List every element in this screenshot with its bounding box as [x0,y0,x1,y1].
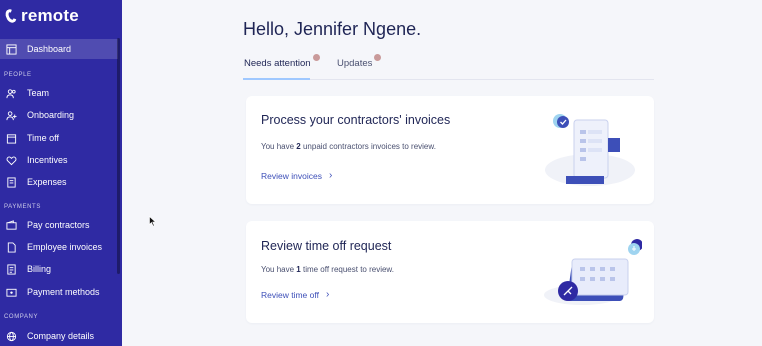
sidebar-item-time-off[interactable]: Time off [0,128,118,148]
sidebar-item-label: Team [27,88,50,98]
sidebar-item-incentives[interactable]: Incentives [0,150,118,170]
review-invoices-link[interactable]: Review invoices › [261,170,333,182]
sidebar-item-company-details[interactable]: Company details [0,326,118,346]
tabs: Needs attention Updates [243,52,654,80]
time-off-card: Review time off request You have 1 time … [246,221,654,323]
sidebar: remote Dashboard PEOPLE Team Onboarding … [0,0,122,346]
sidebar-item-label: Billing [27,264,52,274]
sidebar-item-label: Employee invoices [27,242,103,252]
document-icon [6,241,17,253]
bill-icon [6,263,17,275]
sidebar-item-label: Onboarding [27,110,75,120]
sidebar-item-dashboard[interactable]: Dashboard [0,39,118,59]
card-title: Review time off request [261,239,392,253]
brand-logo[interactable]: remote [3,6,79,26]
review-time-off-link[interactable]: Review time off › [261,289,330,301]
user-plus-icon [6,110,17,121]
sidebar-item-label: Expenses [27,177,67,187]
sidebar-item-pay-contractors[interactable]: Pay contractors [0,215,118,235]
mouse-cursor-icon [149,216,157,227]
layout-icon [6,43,17,55]
sidebar-item-label: Incentives [27,155,68,165]
heart-icon [6,155,17,166]
sidebar-item-label: Time off [27,133,60,143]
remote-logo-icon [3,7,19,25]
sidebar-scrollbar[interactable] [117,38,120,274]
notification-dot [313,54,320,61]
section-label-people: PEOPLE [4,72,32,78]
sidebar-item-onboarding[interactable]: Onboarding [0,105,118,125]
wallet-icon [6,219,17,231]
sidebar-item-label: Pay contractors [27,220,90,230]
calendar-icon [6,133,17,144]
brand-name: remote [21,6,79,25]
sidebar-item-expenses[interactable]: Expenses [0,172,118,192]
chevron-right-icon: › [328,170,333,181]
sidebar-item-label: Payment methods [27,287,100,297]
globe-icon [6,331,17,342]
card-title: Process your contractors' invoices [261,113,451,127]
main-content: Hello, Jennifer Ngene. Needs attention U… [122,0,762,346]
tab-label: Needs attention [244,58,311,69]
card-description: You have 2 unpaid contractors invoices t… [261,142,436,151]
section-label-payments: PAYMENTS [4,204,41,210]
card-description: You have 1 time off request to review. [261,265,394,274]
sidebar-item-label: Dashboard [27,44,72,54]
chevron-right-icon: › [325,289,330,300]
page-title: Hello, Jennifer Ngene. [243,19,422,39]
section-label-company: COMPANY [4,314,39,320]
tab-needs-attention[interactable]: Needs attention [244,54,320,69]
card-icon [6,287,17,298]
tab-updates[interactable]: Updates [337,54,381,69]
sidebar-item-label: Company details [27,331,95,341]
receipt-icon [6,176,17,188]
notification-dot [374,54,381,61]
sidebar-item-team[interactable]: Team [0,83,118,103]
sidebar-item-payment-methods[interactable]: Payment methods [0,282,118,302]
tab-label: Updates [337,58,373,69]
invoices-card: Process your contractors' invoices You h… [246,96,654,204]
users-icon [6,88,17,99]
sidebar-item-billing[interactable]: Billing [0,259,118,279]
active-tab-indicator [243,78,310,80]
calendar-illustration-icon [544,239,642,305]
sidebar-item-employee-invoices[interactable]: Employee invoices [0,237,118,257]
invoice-illustration-icon [545,114,635,186]
